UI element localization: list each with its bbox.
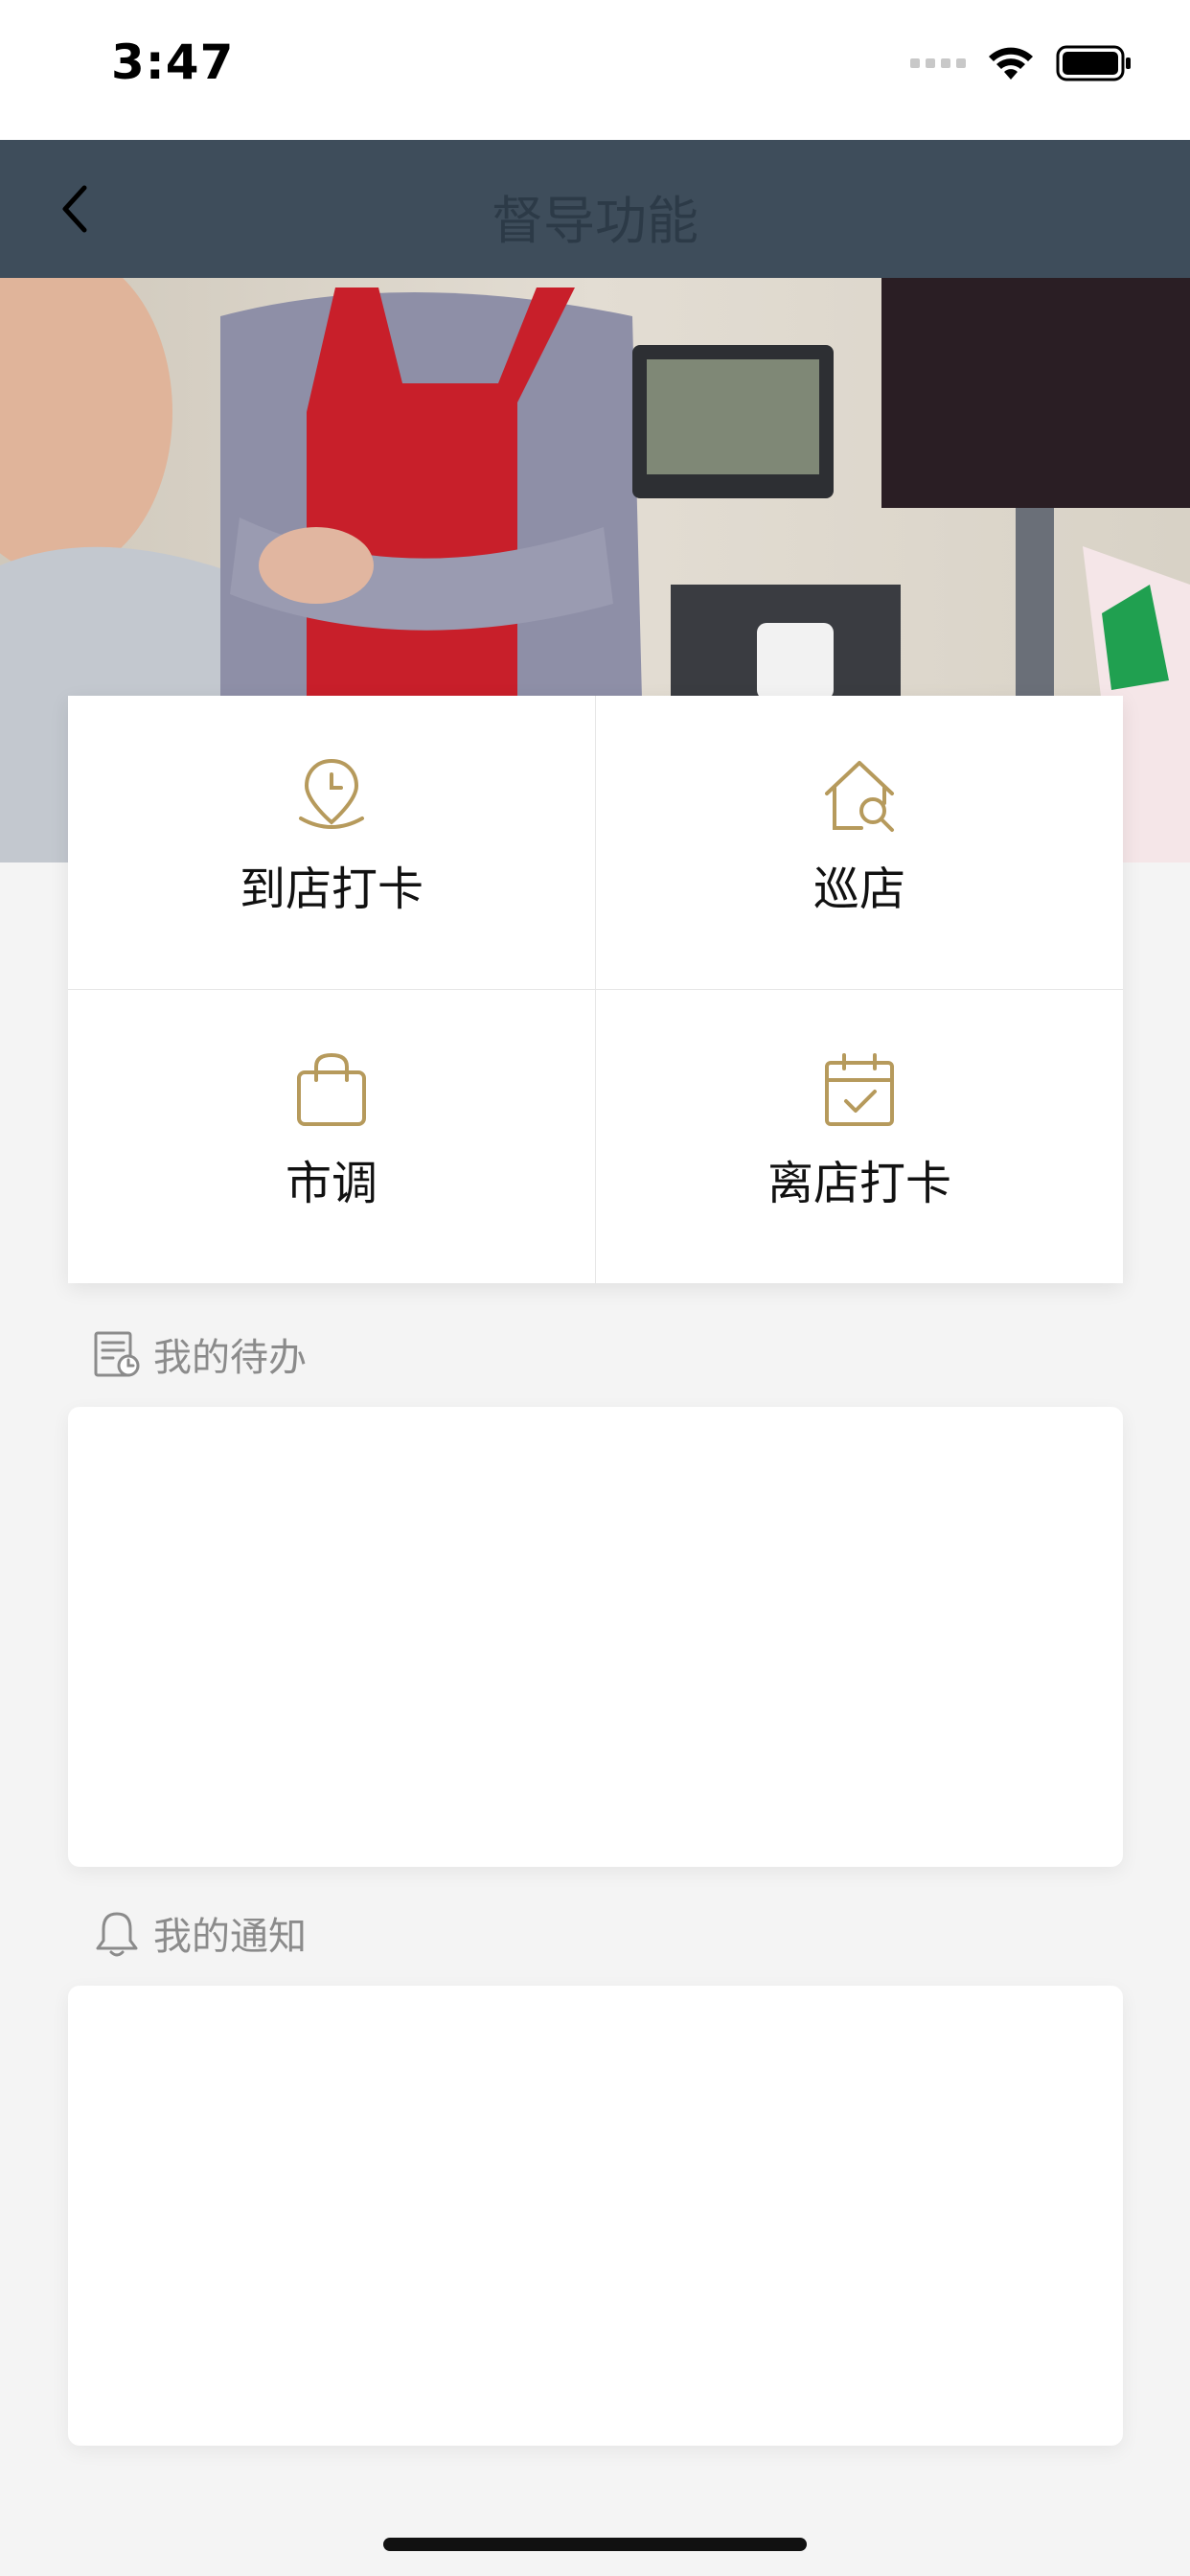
grid-item-checkin[interactable]: 到店打卡 <box>68 696 595 989</box>
cellular-signal-icon <box>910 58 966 68</box>
battery-icon <box>1056 45 1131 81</box>
notice-header: 我的通知 <box>92 1905 307 1961</box>
grid-item-label: 巡店 <box>812 862 905 916</box>
nav-bar: 督导功能 <box>0 140 1190 278</box>
feature-grid: 到店打卡 巡店 市调 离店打卡 <box>68 696 1123 1283</box>
status-bar: 3:47 <box>0 0 1190 140</box>
app-screen: 3:47 督导功能 到店打卡 巡店 市调 离店打卡 我的待办 我的通知 <box>0 0 1190 2576</box>
home-indicator[interactable] <box>383 2538 807 2551</box>
calendar-check-icon <box>825 1053 894 1126</box>
grid-item-label: 到店打卡 <box>239 862 423 916</box>
grid-item-checkout[interactable]: 离店打卡 <box>596 990 1123 1283</box>
house-search-icon <box>825 761 894 832</box>
status-time: 3:47 <box>111 34 235 90</box>
notice-label: 我的通知 <box>153 1915 307 1959</box>
grid-item-label: 离店打卡 <box>767 1157 951 1210</box>
todo-label: 我的待办 <box>153 1336 307 1380</box>
bell-icon <box>96 1912 138 1957</box>
location-clock-icon <box>299 758 364 829</box>
grid-item-patrol[interactable]: 巡店 <box>596 696 1123 989</box>
notice-panel <box>68 1986 1123 2446</box>
todo-panel <box>68 1407 1123 1867</box>
shopping-bag-icon <box>297 1052 366 1126</box>
status-icons <box>910 44 1133 82</box>
wifi-icon <box>989 47 1033 80</box>
todo-header: 我的待办 <box>92 1326 307 1382</box>
grid-item-market-survey[interactable]: 市调 <box>68 990 595 1283</box>
task-list-icon <box>94 1331 140 1377</box>
page-title: 督导功能 <box>492 191 698 251</box>
grid-item-label: 市调 <box>285 1157 378 1210</box>
